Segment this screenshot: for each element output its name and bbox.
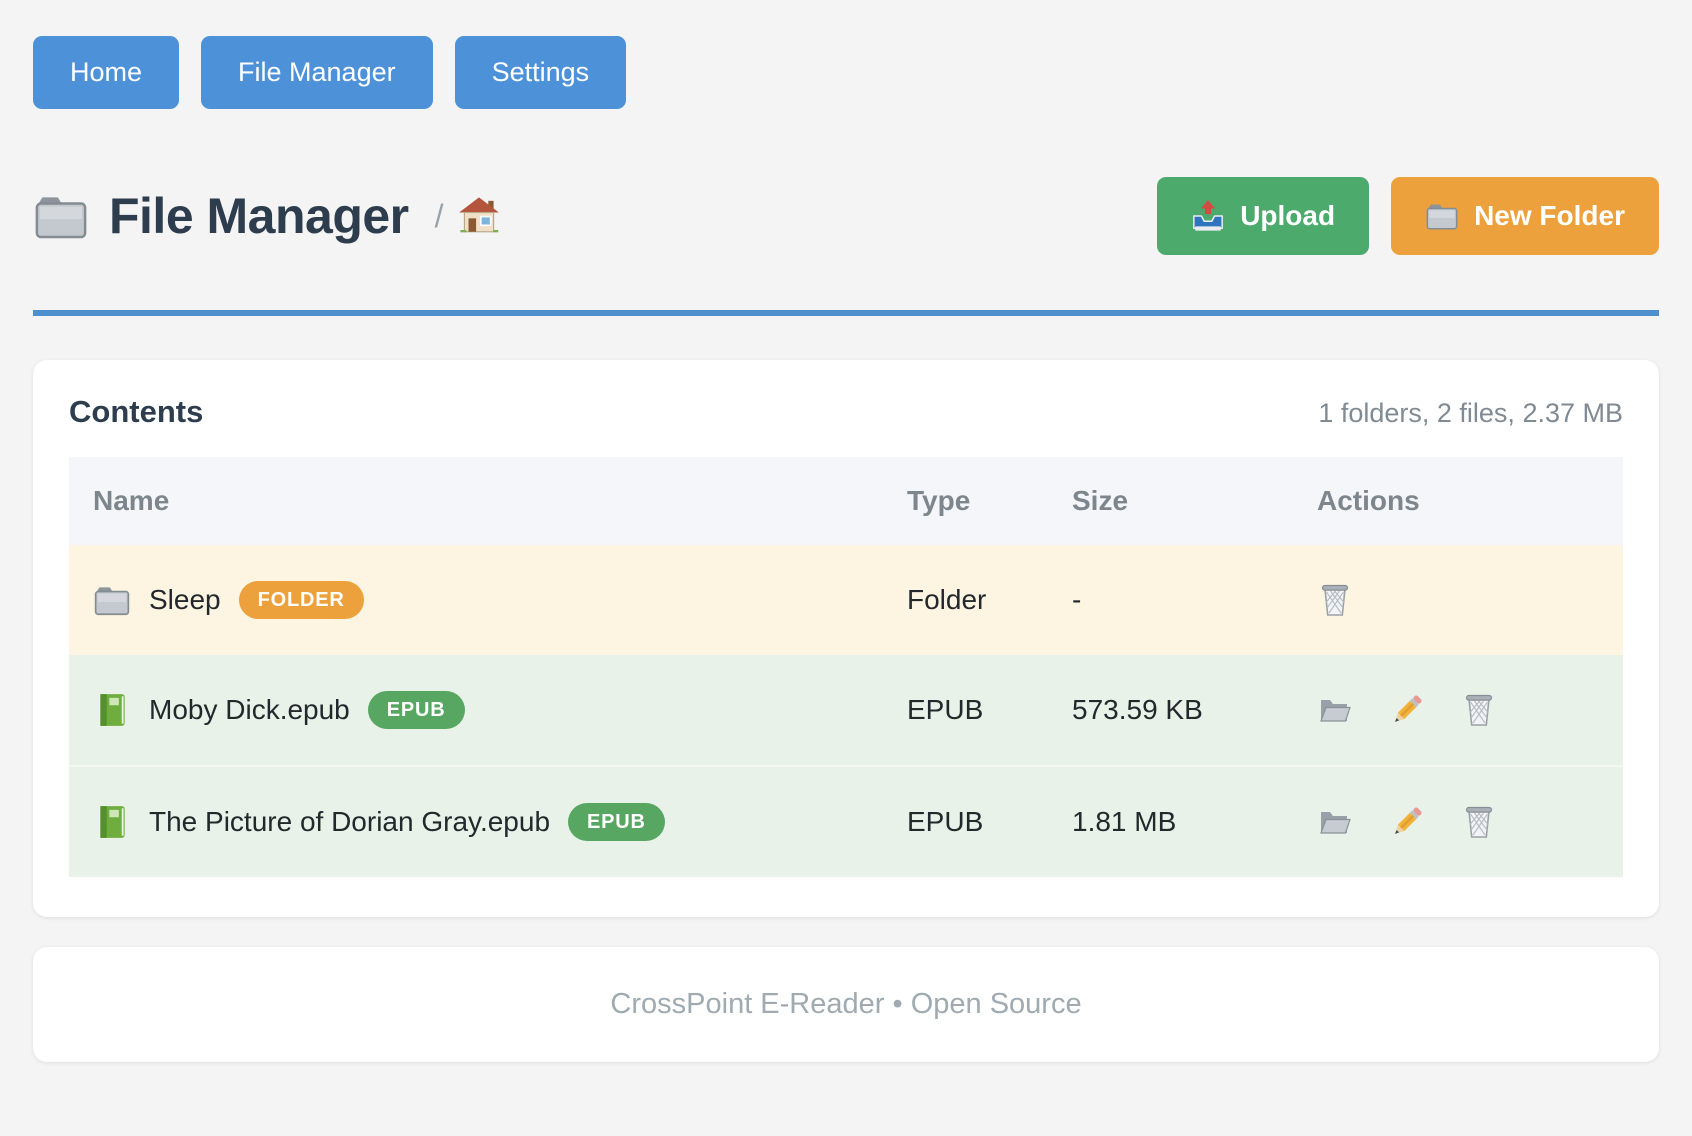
table-row[interactable]: Sleep FOLDER Folder - — [69, 545, 1623, 655]
trash-icon — [1461, 692, 1497, 728]
file-name[interactable]: The Picture of Dorian Gray.epub — [149, 806, 550, 838]
file-table: Name Type Size Actions Sleep FOLDER Fold… — [69, 457, 1623, 877]
upload-button-label: Upload — [1240, 202, 1335, 230]
name-cell: Moby Dick.epub EPUB — [93, 691, 859, 729]
trash-icon — [1317, 582, 1353, 618]
type-badge: EPUB — [368, 691, 465, 729]
column-header-name: Name — [69, 457, 883, 545]
nav-button-home[interactable]: Home — [33, 36, 179, 109]
contents-card-header: Contents 1 folders, 2 files, 2.37 MB — [69, 394, 1623, 430]
title-area: File Manager / — [33, 187, 500, 245]
footer-text: CrossPoint E-Reader • Open Source — [610, 988, 1081, 1020]
page-header: File Manager / Upload New Folder — [33, 177, 1659, 255]
file-type: EPUB — [883, 655, 1048, 766]
page: Home File Manager Settings File Manager … — [0, 0, 1692, 1118]
folder-icon — [1425, 199, 1459, 233]
pencil-icon — [1389, 692, 1425, 728]
file-type: Folder — [883, 545, 1048, 655]
file-name[interactable]: Sleep — [149, 584, 221, 616]
file-table-body: Sleep FOLDER Folder - Moby Dick.epub EPU… — [69, 545, 1623, 877]
table-row[interactable]: The Picture of Dorian Gray.epub EPUB EPU… — [69, 766, 1623, 877]
file-name[interactable]: Moby Dick.epub — [149, 694, 350, 726]
row-actions — [1317, 692, 1599, 728]
header-actions: Upload New Folder — [1157, 177, 1659, 255]
file-size: 1.81 MB — [1048, 766, 1293, 877]
contents-heading: Contents — [69, 394, 203, 430]
new-folder-button-label: New Folder — [1474, 202, 1625, 230]
folder-icon — [93, 581, 131, 619]
column-header-size: Size — [1048, 457, 1293, 545]
column-header-actions: Actions — [1293, 457, 1623, 545]
name-cell: Sleep FOLDER — [93, 581, 859, 619]
delete-button[interactable] — [1461, 804, 1497, 840]
row-actions — [1317, 804, 1599, 840]
breadcrumb-home-link[interactable] — [458, 195, 500, 237]
move-button[interactable] — [1317, 692, 1353, 728]
header-divider — [33, 310, 1659, 316]
open-folder-icon — [1317, 804, 1353, 840]
nav-button-settings[interactable]: Settings — [455, 36, 627, 109]
delete-button[interactable] — [1317, 582, 1353, 618]
pencil-icon — [1389, 804, 1425, 840]
open-folder-icon — [1317, 692, 1353, 728]
type-badge: FOLDER — [239, 581, 364, 619]
move-button[interactable] — [1317, 804, 1353, 840]
home-icon — [458, 195, 500, 237]
column-header-type: Type — [883, 457, 1048, 545]
table-row[interactable]: Moby Dick.epub EPUB EPUB 573.59 KB — [69, 655, 1623, 766]
rename-button[interactable] — [1389, 804, 1425, 840]
delete-button[interactable] — [1461, 692, 1497, 728]
nav-button-file-manager[interactable]: File Manager — [201, 36, 433, 109]
name-cell: The Picture of Dorian Gray.epub EPUB — [93, 803, 859, 841]
file-table-header: Name Type Size Actions — [69, 457, 1623, 545]
contents-card: Contents 1 folders, 2 files, 2.37 MB Nam… — [33, 360, 1659, 917]
file-type: EPUB — [883, 766, 1048, 877]
green-book-icon — [93, 803, 131, 841]
outbox-tray-icon — [1191, 199, 1225, 233]
top-nav: Home File Manager Settings — [33, 36, 1659, 109]
row-actions — [1317, 582, 1599, 618]
folder-icon — [33, 190, 89, 242]
trash-icon — [1461, 804, 1497, 840]
new-folder-button[interactable]: New Folder — [1391, 177, 1659, 255]
footer-card: CrossPoint E-Reader • Open Source — [33, 947, 1659, 1062]
green-book-icon — [93, 691, 131, 729]
file-size: 573.59 KB — [1048, 655, 1293, 766]
file-size: - — [1048, 545, 1293, 655]
page-title: File Manager — [109, 187, 409, 245]
breadcrumb-separator: / — [435, 198, 444, 235]
type-badge: EPUB — [568, 803, 665, 841]
contents-summary: 1 folders, 2 files, 2.37 MB — [1318, 398, 1623, 429]
rename-button[interactable] — [1389, 692, 1425, 728]
upload-button[interactable]: Upload — [1157, 177, 1369, 255]
